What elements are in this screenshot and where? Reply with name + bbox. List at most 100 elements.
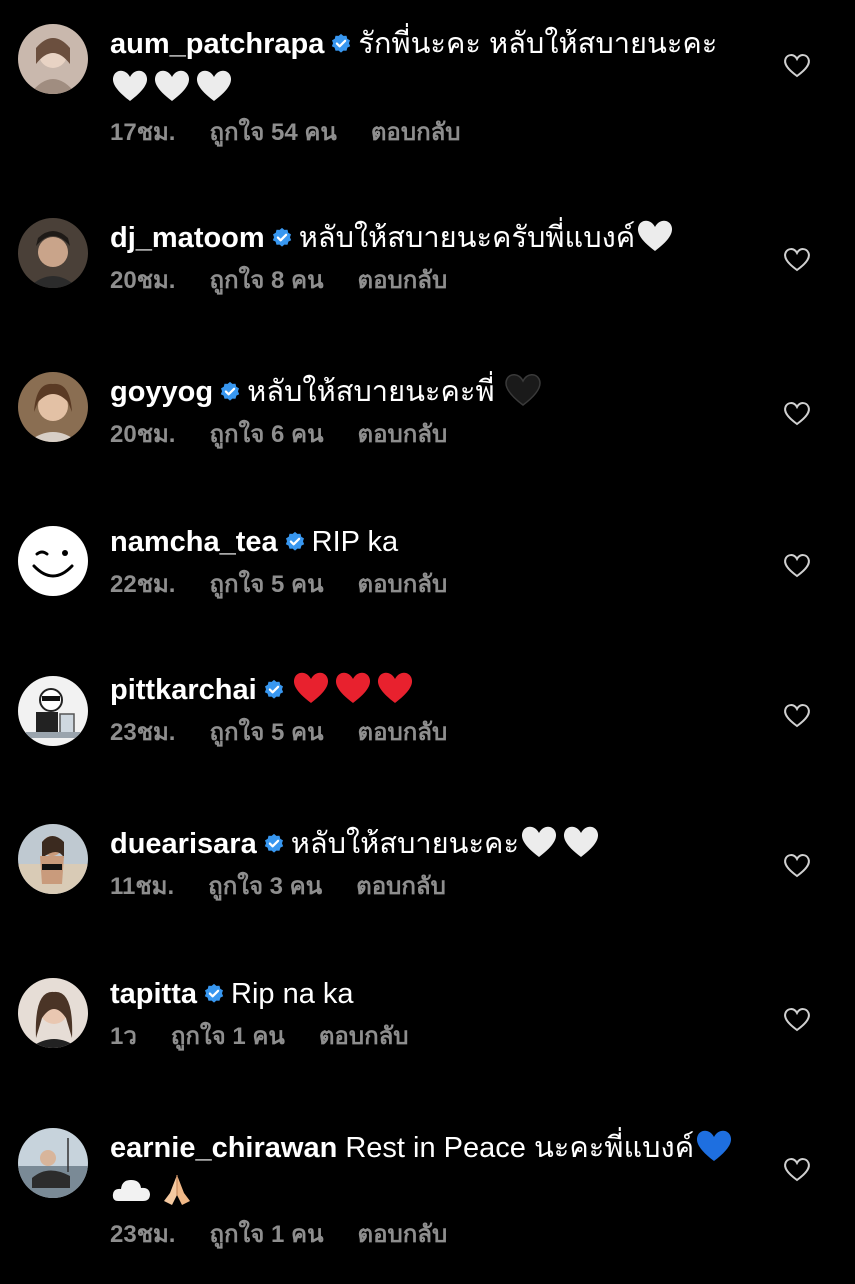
comment-time: 20ชม. xyxy=(110,267,176,294)
heart-outline-icon xyxy=(784,1008,810,1032)
username[interactable]: goyyog xyxy=(110,376,213,408)
avatar[interactable] xyxy=(18,24,88,94)
comment-time: 23ชม. xyxy=(110,1221,176,1248)
comment-list: aum_patchrapa รักพี่นะคะ หลับให้สบายนะคะ … xyxy=(0,0,855,1284)
likes-count[interactable]: ถูกใจ 8 คน xyxy=(209,267,323,294)
verified-badge-icon xyxy=(330,33,352,55)
comment-text-line: aum_patchrapa รักพี่นะคะ หลับให้สบายนะคะ xyxy=(110,22,750,110)
avatar[interactable] xyxy=(18,526,88,596)
black-heart-emoji xyxy=(503,371,543,407)
comment-time: 11ชม. xyxy=(110,873,175,900)
comment-text-line: duearisara หลับให้สบายนะคะ xyxy=(110,822,750,866)
like-button[interactable] xyxy=(783,52,811,78)
likes-count[interactable]: ถูกใจ 6 คน xyxy=(209,421,323,448)
username[interactable]: tapitta xyxy=(110,978,197,1010)
reply-button[interactable]: ตอบกลับ xyxy=(357,571,447,598)
comment-meta: 17ชม. ถูกใจ 54 คน ตอบกลับ xyxy=(110,118,750,148)
avatar[interactable] xyxy=(18,978,88,1048)
username[interactable]: aum_patchrapa xyxy=(110,28,324,60)
heart-outline-icon xyxy=(784,704,810,728)
verified-badge-icon xyxy=(284,531,306,553)
username[interactable]: duearisara xyxy=(110,828,257,860)
comment-meta: 20ชม. ถูกใจ 6 คน ตอบกลับ xyxy=(110,420,750,450)
verified-badge-icon xyxy=(263,833,285,855)
comment-text-line: earnie_chirawan Rest in Peace นะคะพี่แบง… xyxy=(110,1126,750,1214)
red-heart-emoji xyxy=(375,669,415,705)
comment-text: หลับให้สบายนะคะ xyxy=(290,828,520,860)
comment-meta: 20ชม. ถูกใจ 8 คน ตอบกลับ xyxy=(110,266,750,296)
comment-time: 20ชม. xyxy=(110,421,176,448)
like-button[interactable] xyxy=(783,1156,811,1182)
cloud-emoji xyxy=(110,1171,152,1207)
username[interactable]: pittkarchai xyxy=(110,674,257,706)
comment-text-line: tapitta Rip na ka xyxy=(110,972,750,1016)
likes-count[interactable]: ถูกใจ 54 คน xyxy=(209,119,336,146)
comment-time: 22ชม. xyxy=(110,571,176,598)
reply-button[interactable]: ตอบกลับ xyxy=(319,1023,409,1050)
heart-outline-icon xyxy=(784,854,810,878)
comment-text-line: namcha_tea RIP ka xyxy=(110,520,750,564)
red-heart-emoji xyxy=(291,669,331,705)
heart-outline-icon xyxy=(784,248,810,272)
username[interactable]: dj_matoom xyxy=(110,222,265,254)
heart-outline-icon xyxy=(784,54,810,78)
reply-button[interactable]: ตอบกลับ xyxy=(357,1221,447,1248)
username[interactable]: earnie_chirawan xyxy=(110,1132,337,1164)
comment-time: 23ชม. xyxy=(110,719,176,746)
verified-badge-icon xyxy=(263,679,285,701)
heart-outline-icon xyxy=(784,1158,810,1182)
comment-text: รักพี่นะคะ หลับให้สบายนะคะ xyxy=(358,28,718,60)
folded-hands-emoji xyxy=(156,1171,198,1207)
comment-text: RIP ka xyxy=(311,526,399,558)
like-button[interactable] xyxy=(783,400,811,426)
verified-badge-icon xyxy=(203,983,225,1005)
likes-count[interactable]: ถูกใจ 5 คน xyxy=(209,571,323,598)
avatar[interactable] xyxy=(18,372,88,442)
reply-button[interactable]: ตอบกลับ xyxy=(371,119,461,146)
reply-button[interactable]: ตอบกลับ xyxy=(357,267,447,294)
likes-count[interactable]: ถูกใจ 1 คน xyxy=(171,1023,285,1050)
red-heart-emoji xyxy=(333,669,373,705)
white-heart-emoji xyxy=(110,67,150,103)
avatar[interactable] xyxy=(18,676,88,746)
white-heart-emoji xyxy=(519,823,559,859)
comment-time: 17ชม. xyxy=(110,119,176,146)
reply-button[interactable]: ตอบกลับ xyxy=(356,873,446,900)
verified-badge-icon xyxy=(219,381,241,403)
comment-time: 1ว xyxy=(110,1023,137,1050)
comment-meta: 1ว ถูกใจ 1 คน ตอบกลับ xyxy=(110,1022,750,1052)
blue-heart-emoji xyxy=(694,1127,734,1163)
verified-badge-icon xyxy=(271,227,293,249)
reply-button[interactable]: ตอบกลับ xyxy=(357,421,447,448)
white-heart-emoji xyxy=(194,67,234,103)
avatar[interactable] xyxy=(18,1128,88,1198)
comment-text-line: dj_matoom หลับให้สบายนะครับพี่แบงค์ xyxy=(110,216,750,260)
comment-meta: 22ชม. ถูกใจ 5 คน ตอบกลับ xyxy=(110,570,750,600)
comment-meta: 23ชม. ถูกใจ 1 คน ตอบกลับ xyxy=(110,1220,750,1250)
white-heart-emoji xyxy=(152,67,192,103)
avatar[interactable] xyxy=(18,218,88,288)
like-button[interactable] xyxy=(783,552,811,578)
white-heart-emoji xyxy=(635,217,675,253)
comment-text-line: goyyog หลับให้สบายนะคะพี่ xyxy=(110,370,750,414)
comment-text: Rest in Peace นะคะพี่แบงค์ xyxy=(345,1132,695,1164)
comment-meta: 11ชม. ถูกใจ 3 คน ตอบกลับ xyxy=(110,872,750,902)
heart-outline-icon xyxy=(784,554,810,578)
like-button[interactable] xyxy=(783,852,811,878)
comment-text: Rip na ka xyxy=(231,978,354,1010)
heart-outline-icon xyxy=(784,402,810,426)
username[interactable]: namcha_tea xyxy=(110,526,278,558)
comment-meta: 23ชม. ถูกใจ 5 คน ตอบกลับ xyxy=(110,718,750,748)
likes-count[interactable]: ถูกใจ 1 คน xyxy=(209,1221,323,1248)
like-button[interactable] xyxy=(783,246,811,272)
avatar[interactable] xyxy=(18,824,88,894)
comment-text: หลับให้สบายนะคะพี่ xyxy=(247,376,503,408)
comment-text-line: pittkarchai xyxy=(110,668,750,712)
reply-button[interactable]: ตอบกลับ xyxy=(357,719,447,746)
likes-count[interactable]: ถูกใจ 3 คน xyxy=(208,873,322,900)
like-button[interactable] xyxy=(783,702,811,728)
white-heart-emoji xyxy=(561,823,601,859)
comment-text: หลับให้สบายนะครับพี่แบงค์ xyxy=(298,222,636,254)
like-button[interactable] xyxy=(783,1006,811,1032)
likes-count[interactable]: ถูกใจ 5 คน xyxy=(209,719,323,746)
